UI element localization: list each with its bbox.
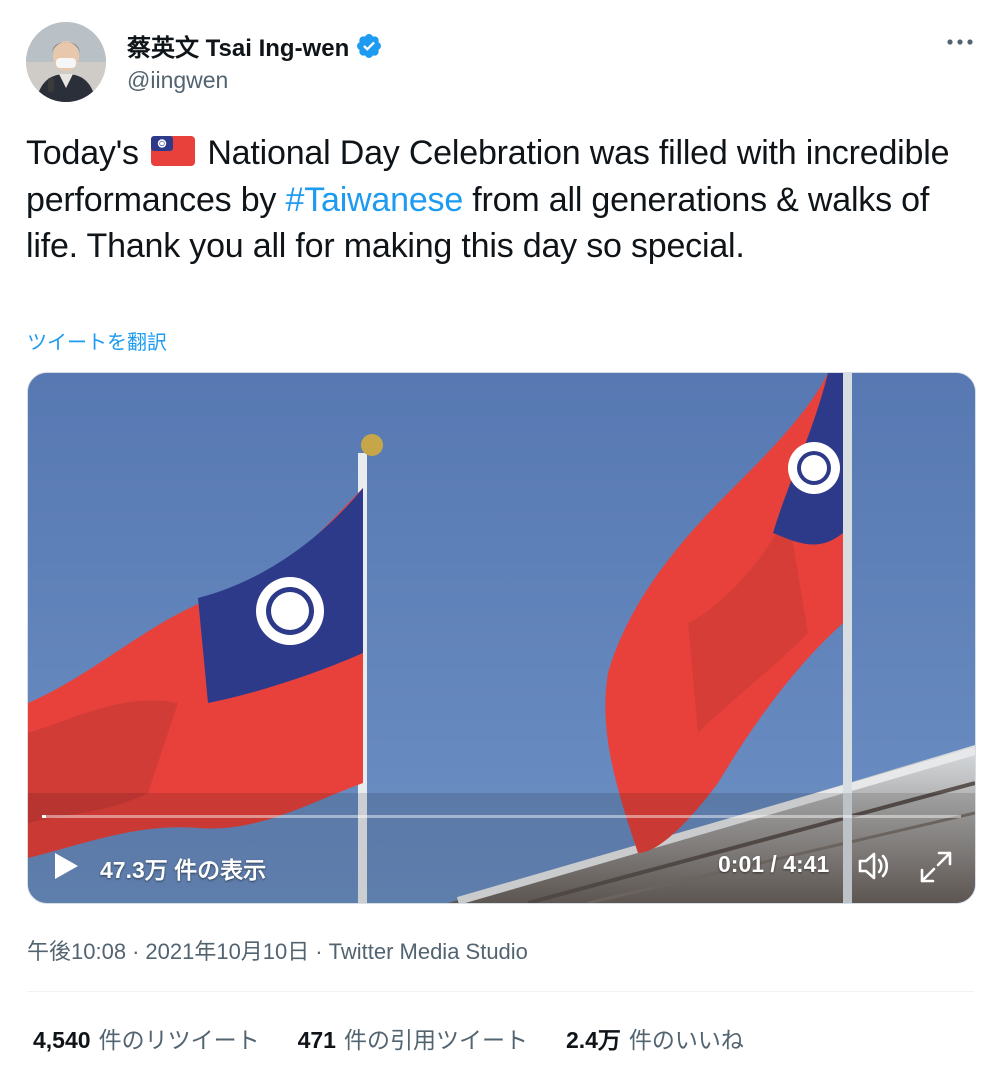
retweets-label: 件のリツイート bbox=[98, 1027, 260, 1053]
quote-tweets-stat[interactable]: 471 件の引用ツイート bbox=[298, 1021, 528, 1055]
play-icon[interactable] bbox=[52, 851, 80, 881]
retweets-count: 4,540 bbox=[33, 1027, 91, 1053]
video-progress-fill bbox=[42, 815, 46, 818]
display-name[interactable]: 蔡英文 Tsai Ing-wen bbox=[127, 28, 349, 63]
avatar[interactable] bbox=[26, 22, 106, 102]
taiwan-flag-emoji bbox=[151, 136, 196, 166]
tweet-date[interactable]: 2021年10月10日 bbox=[145, 939, 309, 964]
tweet-source[interactable]: Twitter Media Studio bbox=[329, 939, 528, 964]
tweet-time[interactable]: 午後10:08 bbox=[27, 939, 126, 964]
tweet-text-part1: Today's bbox=[26, 134, 149, 172]
view-count: 47.3万 件の表示 bbox=[100, 857, 267, 883]
profile-photo bbox=[26, 22, 106, 102]
divider bbox=[27, 991, 974, 992]
video-player[interactable]: 47.3万 件の表示 0:01 / 4:41 bbox=[27, 372, 976, 904]
quote-tweets-label: 件の引用ツイート bbox=[343, 1027, 528, 1053]
volume-icon[interactable] bbox=[856, 849, 892, 883]
hashtag-link[interactable]: #Taiwanese bbox=[285, 181, 463, 219]
video-progress-bar[interactable] bbox=[42, 815, 961, 818]
author-name-row[interactable]: 蔡英文 Tsai Ing-wen bbox=[127, 28, 383, 63]
meta-separator: · bbox=[315, 939, 323, 964]
tweet-stats: 4,540 件のリツイート 471 件の引用ツイート 2.4万 件のいいね bbox=[33, 1021, 782, 1055]
likes-label: 件のいいね bbox=[628, 1027, 744, 1053]
meta-separator: · bbox=[132, 939, 140, 964]
tweet-text: Today's National Day Celebration was fil… bbox=[26, 130, 971, 270]
video-frame bbox=[28, 373, 975, 903]
retweets-stat[interactable]: 4,540 件のリツイート bbox=[33, 1021, 260, 1055]
tweet-metadata: 午後10:08 · 2021年10月10日 · Twitter Media Studio bbox=[27, 934, 528, 966]
translate-tweet-link[interactable]: ツイートを翻訳 bbox=[27, 326, 167, 355]
video-time: 0:01 / 4:41 bbox=[718, 851, 830, 877]
likes-stat[interactable]: 2.4万 件のいいね bbox=[566, 1021, 744, 1055]
verified-badge-icon bbox=[357, 33, 382, 58]
likes-count: 2.4万 bbox=[565, 1027, 621, 1053]
author-handle[interactable]: @iingwen bbox=[127, 67, 228, 94]
fullscreen-icon[interactable] bbox=[918, 849, 954, 885]
quote-tweets-count: 471 bbox=[297, 1027, 336, 1053]
more-horizontal-icon[interactable] bbox=[940, 30, 980, 54]
